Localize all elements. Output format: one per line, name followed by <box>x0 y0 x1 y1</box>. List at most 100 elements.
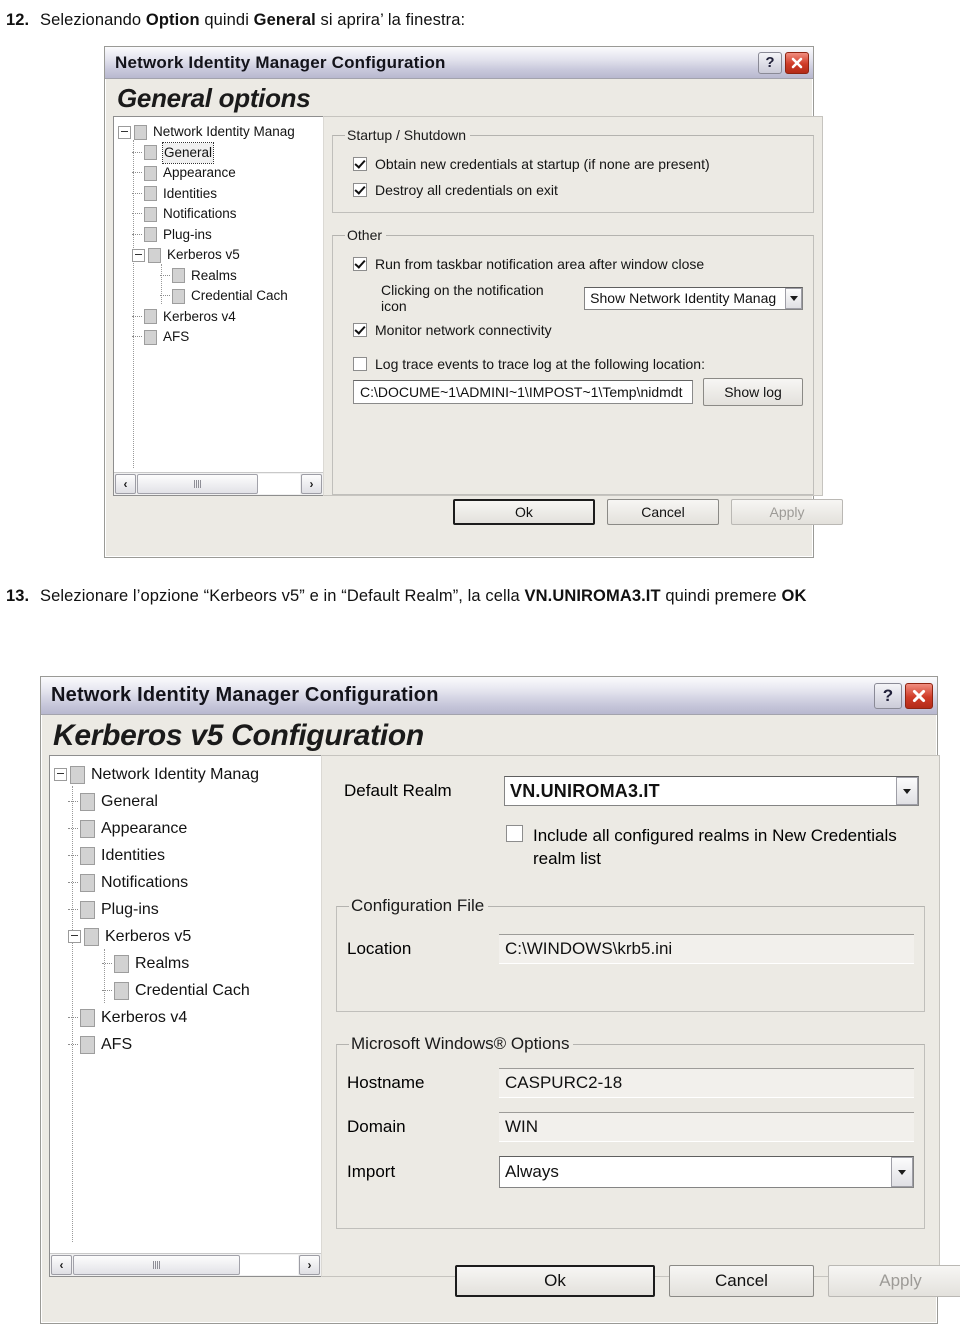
dialog-kerberos-v5-configuration[interactable]: Network Identity Manager Configuration ?… <box>40 676 960 1324</box>
group-legend: Other <box>347 227 383 243</box>
checkbox-monitor-connectivity[interactable] <box>353 323 367 337</box>
help-icon[interactable]: ? <box>758 51 782 74</box>
group-legend: Startup / Shutdown <box>347 127 467 143</box>
settings-tree-pane[interactable]: Network Identity Manag General Appearanc… <box>113 116 323 496</box>
checkbox-row-run-from-taskbar[interactable]: Run from taskbar notification area after… <box>353 256 803 272</box>
tree-item-kerberos-v4[interactable]: Kerberos v4 <box>54 1004 321 1031</box>
tree-node-icon <box>148 247 161 263</box>
tree-item-afs[interactable]: AFS <box>118 327 323 348</box>
scroll-left-icon[interactable]: ‹ <box>115 474 136 494</box>
scroll-right-icon[interactable]: › <box>299 1255 320 1275</box>
tree-node-icon <box>80 873 95 892</box>
tree-node-icon <box>144 165 157 181</box>
tree-item-label: Appearance <box>101 820 188 837</box>
close-icon[interactable] <box>905 682 933 709</box>
tree-item-credential-cache[interactable]: Credential Cach <box>118 286 323 307</box>
notification-action-dropdown[interactable]: Show Network Identity Manag <box>584 286 803 310</box>
tree-item-afs[interactable]: AFS <box>54 1031 321 1058</box>
scrollbar-track[interactable] <box>73 1255 298 1275</box>
tree-item-appearance[interactable]: Appearance <box>54 815 321 842</box>
chevron-down-icon[interactable] <box>896 777 918 805</box>
tree-item-plug-ins[interactable]: Plug-ins <box>54 896 321 923</box>
location-input[interactable]: C:\WINDOWS\krb5.ini <box>499 934 914 964</box>
checkbox-row-monitor-connectivity[interactable]: Monitor network connectivity <box>353 322 803 338</box>
import-dropdown[interactable]: Always <box>499 1156 914 1188</box>
close-icon[interactable] <box>785 51 809 74</box>
default-realm-dropdown[interactable]: VN.UNIROMA3.IT <box>504 776 919 806</box>
tree-item-general[interactable]: General <box>118 141 323 164</box>
collapse-icon[interactable] <box>68 930 81 943</box>
collapse-icon[interactable] <box>132 248 145 262</box>
collapse-icon[interactable] <box>54 768 67 781</box>
ok-button[interactable]: Ok <box>453 499 595 525</box>
tree-item-realms[interactable]: Realms <box>118 266 323 287</box>
checkbox-row-include-realms[interactable]: Include all configured realms in New Cre… <box>506 824 925 870</box>
tree-item-plug-ins[interactable]: Plug-ins <box>118 225 323 246</box>
tree-item-realms[interactable]: Realms <box>54 950 321 977</box>
chevron-down-icon[interactable] <box>785 287 802 309</box>
titlebar[interactable]: Network Identity Manager Configuration ? <box>105 47 813 79</box>
location-label: Location <box>347 939 412 958</box>
tree-connector-icon <box>132 213 142 215</box>
tree-item-kerberos-v5[interactable]: Kerberos v5 <box>54 923 321 950</box>
scrollbar-thumb[interactable] <box>137 474 258 494</box>
checkbox-label: Destroy all credentials on exit <box>375 182 558 198</box>
tree-item-kerberos-v4[interactable]: Kerberos v4 <box>118 307 323 328</box>
checkbox-row-log-trace[interactable]: Log trace events to trace log at the fol… <box>353 356 803 372</box>
row-import: Import Always <box>347 1156 914 1188</box>
domain-input[interactable]: WIN <box>499 1112 914 1142</box>
tree-node-icon <box>144 309 157 325</box>
scrollbar-thumb[interactable] <box>73 1255 240 1275</box>
tree-item-notifications[interactable]: Notifications <box>54 869 321 896</box>
tree-item-kerberos-v5[interactable]: Kerberos v5 <box>118 245 323 266</box>
settings-tree[interactable]: Network Identity Manag General Appearanc… <box>50 756 321 1242</box>
domain-label: Domain <box>347 1117 406 1136</box>
scroll-right-icon[interactable]: › <box>301 474 322 494</box>
log-path-input[interactable]: C:\DOCUME~1\ADMINI~1\IMPOST~1\Temp\nidmd… <box>353 380 693 404</box>
tree-item-identities[interactable]: Identities <box>118 184 323 205</box>
tree-item-network-identity-manager[interactable]: Network Identity Manag <box>118 122 323 143</box>
collapse-icon[interactable] <box>118 125 131 139</box>
tree-item-identities[interactable]: Identities <box>54 842 321 869</box>
checkbox-row-obtain-credentials[interactable]: Obtain new credentials at startup (if no… <box>353 156 803 172</box>
checkbox-destroy-credentials[interactable] <box>353 183 367 197</box>
tree-horizontal-scrollbar[interactable]: ‹ › <box>50 1253 321 1276</box>
tree-item-label: Credential Cach <box>135 982 250 999</box>
step-text-bold: VN.UNIROMA3.IT <box>524 587 661 605</box>
show-log-button[interactable]: Show log <box>703 378 803 406</box>
page-title: General options <box>117 83 311 113</box>
hostname-input[interactable]: CASPURC2-18 <box>499 1068 914 1098</box>
checkbox-row-destroy-credentials[interactable]: Destroy all credentials on exit <box>353 182 803 198</box>
checkbox-run-from-taskbar[interactable] <box>353 257 367 271</box>
help-icon[interactable]: ? <box>874 682 902 709</box>
step-text-part: quindi <box>199 11 254 29</box>
checkbox-include-realms[interactable] <box>506 825 523 842</box>
tree-item-general[interactable]: General <box>54 788 321 815</box>
ok-button[interactable]: Ok <box>455 1265 655 1297</box>
tree-item-notifications[interactable]: Notifications <box>118 204 323 225</box>
step-text-bold: Option <box>145 11 200 29</box>
tree-connector-icon <box>132 192 142 195</box>
tree-item-network-identity-manager[interactable]: Network Identity Manag <box>54 761 321 788</box>
cancel-button[interactable]: Cancel <box>607 499 719 525</box>
scrollbar-track[interactable] <box>137 474 300 494</box>
tree-node-icon <box>84 927 99 946</box>
group-other: Other Run from taskbar notification area… <box>332 227 814 495</box>
tree-connector-icon <box>102 989 112 992</box>
settings-tree-pane[interactable]: Network Identity Manag General Appearanc… <box>49 755 321 1277</box>
tree-item-label: Kerberos v5 <box>105 928 192 945</box>
tree-node-icon <box>70 765 85 784</box>
chevron-down-icon[interactable] <box>891 1157 913 1187</box>
tree-item-appearance[interactable]: Appearance <box>118 163 323 184</box>
tree-item-label: Plug-ins <box>163 226 212 242</box>
dialog-general-options[interactable]: Network Identity Manager Configuration ?… <box>104 46 843 558</box>
checkbox-obtain-credentials[interactable] <box>353 157 367 171</box>
tree-item-credential-cache[interactable]: Credential Cach <box>54 977 321 1004</box>
scroll-left-icon[interactable]: ‹ <box>51 1255 72 1275</box>
tree-horizontal-scrollbar[interactable]: ‹ › <box>114 472 323 495</box>
cancel-button[interactable]: Cancel <box>669 1265 814 1297</box>
settings-tree[interactable]: Network Identity Manag General Appearanc… <box>114 117 323 468</box>
titlebar[interactable]: Network Identity Manager Configuration ? <box>41 677 937 715</box>
checkbox-log-trace[interactable] <box>353 357 367 371</box>
tree-node-icon <box>80 846 95 865</box>
